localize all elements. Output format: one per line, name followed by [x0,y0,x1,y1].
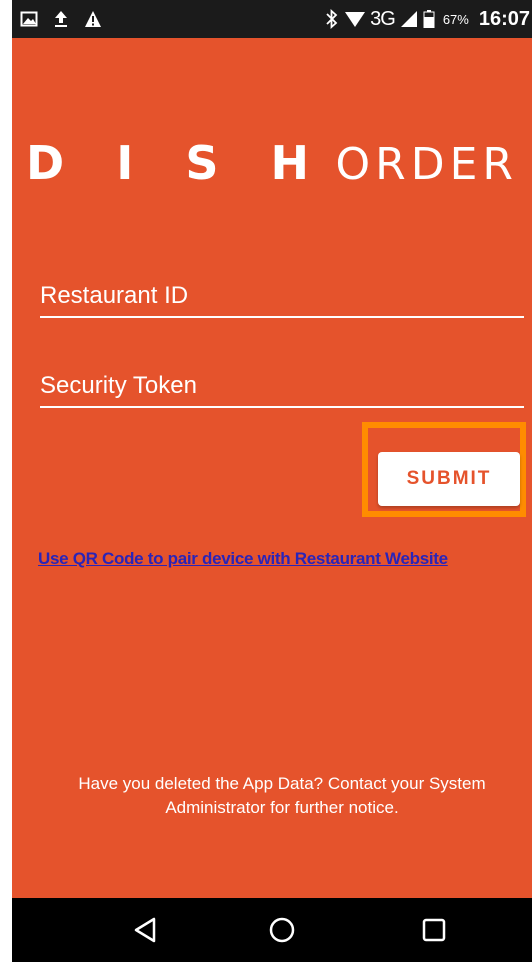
submit-button[interactable]: SUBMIT [378,452,520,506]
app-screen: 3G 67% 16:07 D I S H ORDER SUBMIT Use QR… [12,0,532,962]
clock: 16:07 [478,7,530,30]
recent-apps-icon[interactable] [418,914,450,946]
app-data-notice: Have you deleted the App Data? Contact y… [78,774,486,817]
upload-icon [55,11,67,27]
cell-signal-icon [400,11,417,27]
status-notification-icons [20,6,102,32]
restaurant-id-field [40,276,524,318]
app-logo: D I S H ORDER [12,136,532,190]
home-icon[interactable] [266,914,298,946]
warning-icon [85,11,101,27]
logo-word-order: ORDER [335,139,518,190]
battery-percent: 67% [442,11,469,27]
image-icon [20,11,38,27]
security-token-input[interactable] [40,366,524,406]
network-type: 3G [370,7,396,30]
status-system-icons: 3G 67% 16:07 [324,6,530,32]
wifi-icon [345,12,366,27]
restaurant-id-input[interactable] [40,276,524,316]
navigation-bar [12,898,532,962]
battery-icon [423,10,435,28]
back-icon[interactable] [130,914,162,946]
bluetooth-icon [326,9,338,29]
logo-word-dish: D I S H [26,136,328,190]
security-token-field [40,366,524,408]
qr-code-pair-link[interactable]: Use QR Code to pair device with Restaura… [38,549,532,569]
status-bar: 3G 67% 16:07 [12,0,532,38]
